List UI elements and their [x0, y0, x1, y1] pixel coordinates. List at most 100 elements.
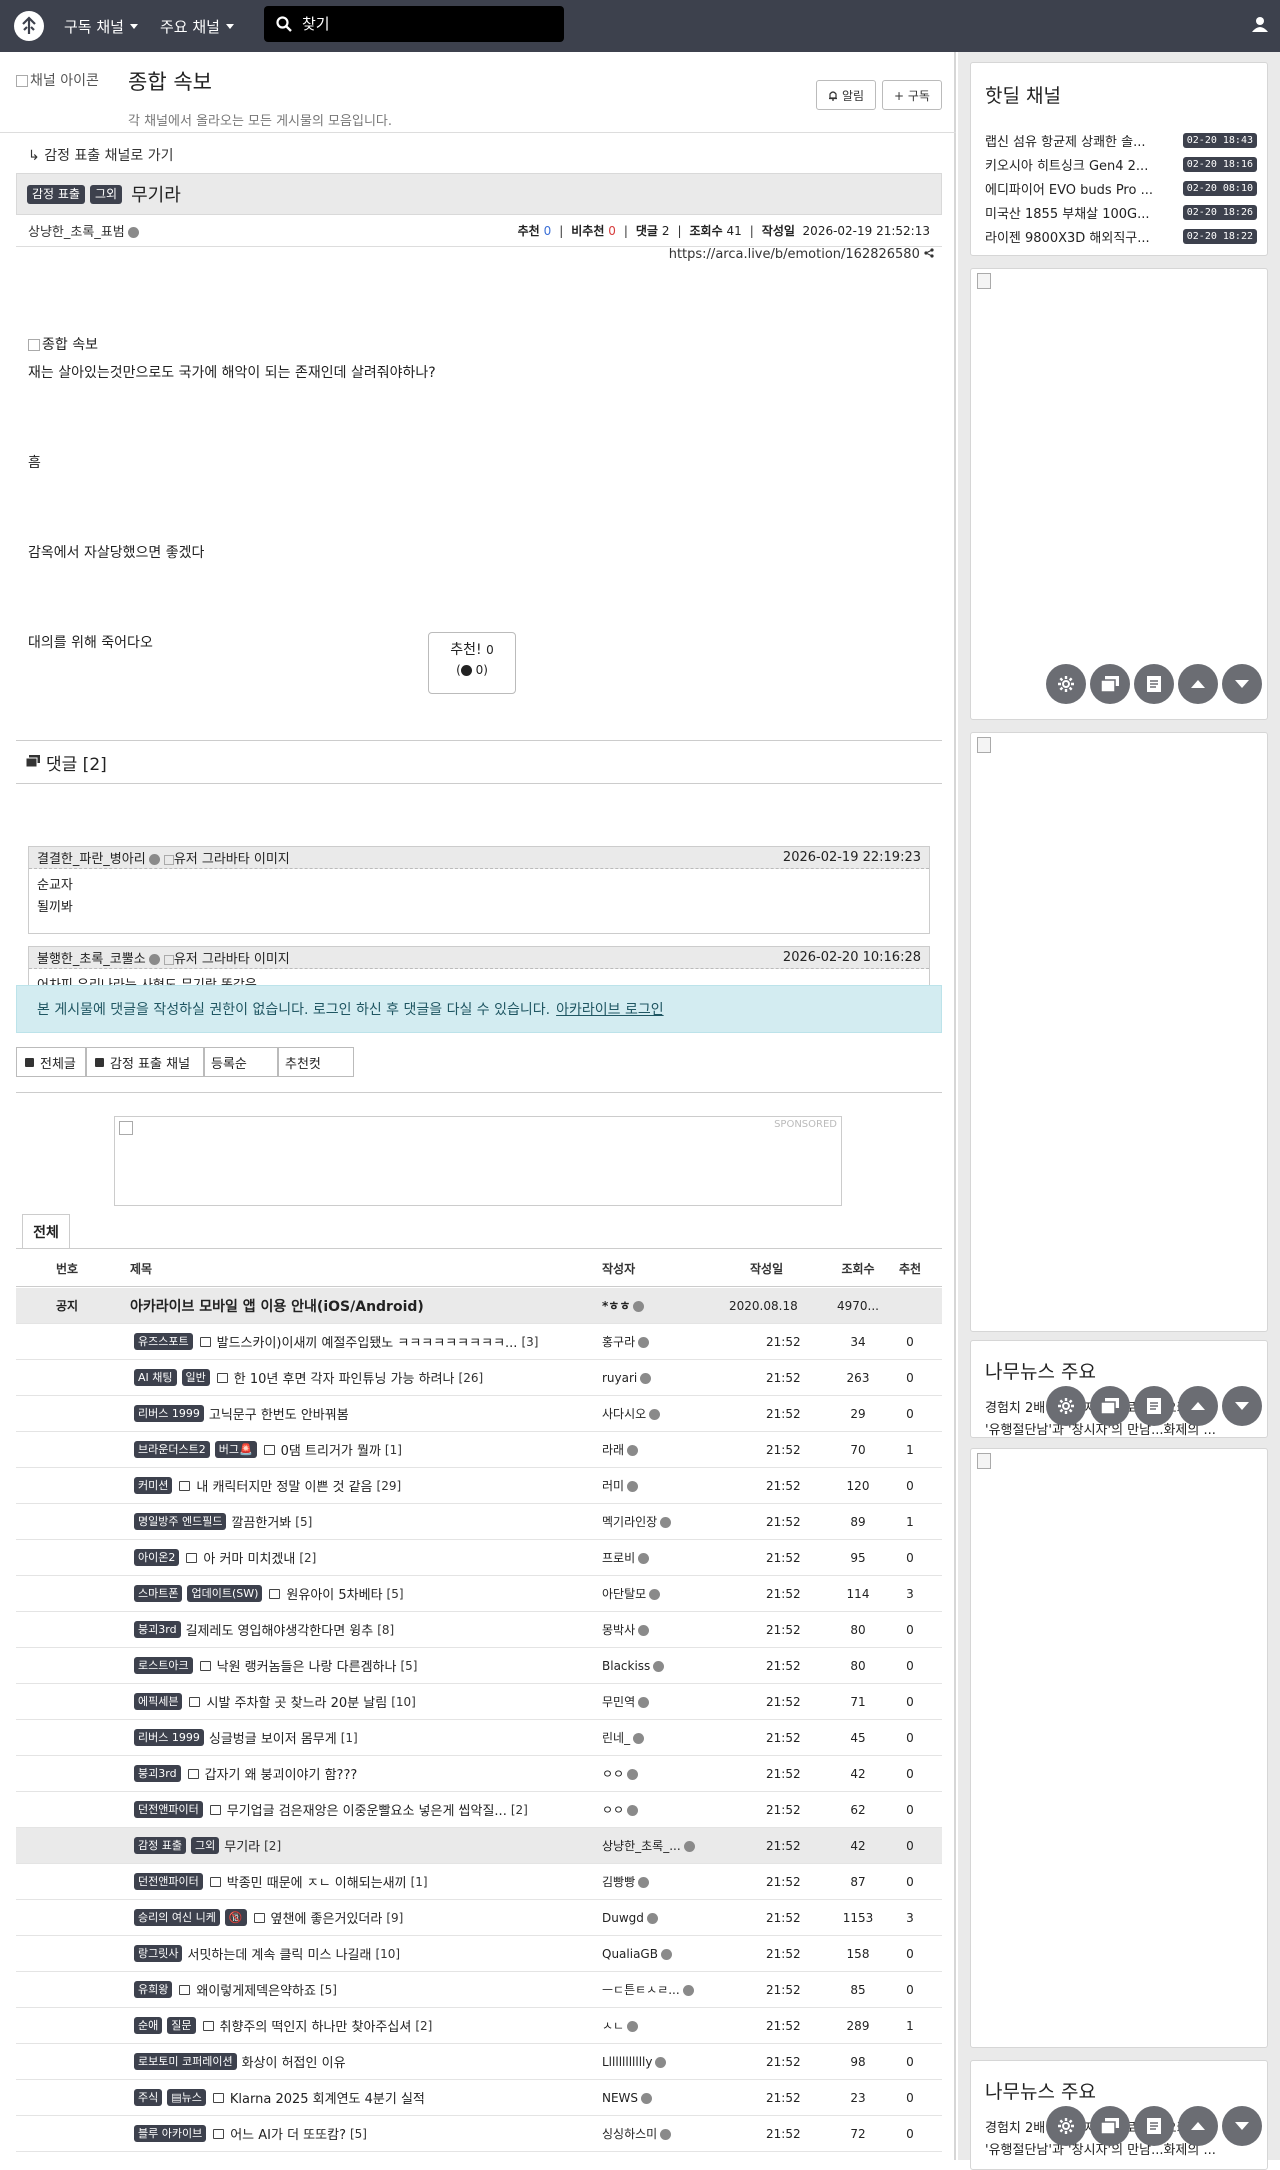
row-title[interactable]: 깔끔한거봐: [231, 1512, 291, 1531]
post-url[interactable]: https://arca.live/b/emotion/162826580: [669, 247, 934, 262]
row-author[interactable]: 상냥한_초록_...: [602, 1837, 695, 1854]
category-badge[interactable]: 아이온2: [134, 1549, 180, 1566]
sort-order-button[interactable]: 등록순: [204, 1047, 278, 1077]
category-badge[interactable]: 주식: [134, 2089, 163, 2106]
row-title[interactable]: Klarna 2025 회계연도 4분기 실적: [230, 2088, 425, 2107]
row-author[interactable]: 김빵빵: [602, 1873, 650, 1890]
category-badge[interactable]: 커미션: [134, 1477, 173, 1494]
table-row[interactable]: 붕괴3rd 길제레도 영입해야생각한다면 윙추 [8] 몽박사 21:52 80 0: [16, 1612, 942, 1648]
category-badge[interactable]: 붕괴3rd: [134, 1765, 181, 1782]
scroll-top-fab[interactable]: [1178, 1386, 1218, 1426]
table-row[interactable]: 유희왕 왜이렇게제덱은약하죠 [5] ㅡㄷ튼ㅌㅅㄹ... 21:52 85 0: [16, 1972, 942, 2008]
row-author[interactable]: ㅡㄷ튼ㅌㅅㄹ...: [602, 1981, 694, 1998]
post-author[interactable]: 상냥한_초록_표범: [28, 221, 139, 240]
table-row[interactable]: 유즈스포트 발드스카이)이새끼 예절주입됐노 ㅋㅋㅋㅋㅋㅋㅋㅋㅋ... [3] 홍구라…: [16, 1324, 942, 1360]
table-row[interactable]: 블루 아카이브 어느 AI가 더 또또캄? [5] 싱싱하스미 21:52 72 0: [16, 2116, 942, 2152]
row-title[interactable]: 왜이렇게제덱은약하죠: [196, 1980, 316, 1999]
category-badge[interactable]: 블루 아카이브: [134, 2125, 207, 2142]
row-title[interactable]: 낙원 랭커놈들은 나랑 다른겜하나: [217, 1656, 397, 1675]
row-title[interactable]: 서밋하는데 계속 클릭 미스 나길래: [187, 1944, 371, 1963]
row-author[interactable]: QualiaGB: [602, 1947, 672, 1961]
category-badge[interactable]: 질문: [167, 2017, 196, 2034]
category-badge[interactable]: 승리의 여신 니케: [134, 1909, 220, 1926]
share-icon[interactable]: [924, 248, 934, 258]
table-row[interactable]: 로스트아크 낙원 랭커놈들은 나랑 다른겜하나 [5] Blackiss 21:52 80…: [16, 1648, 942, 1684]
category-badge[interactable]: 스마트폰: [134, 1585, 183, 1602]
table-row[interactable]: 명일방주 엔드필드 깔끔한거봐 [5] 멕기라인장 21:52 89 1: [16, 1504, 942, 1540]
category-badge[interactable]: 감정 표출: [27, 184, 85, 204]
row-title[interactable]: 고닉문구 한번도 안바꿔봄: [209, 1404, 349, 1423]
row-title[interactable]: 취향주의 떡인지 하나만 찾아주십셔: [220, 2016, 412, 2035]
hotdeal-title[interactable]: 핫딜 채널: [985, 81, 1061, 108]
comment-author[interactable]: 불행한_초록_코뿔소 유저 그라바타 이미지: [37, 948, 290, 967]
table-row[interactable]: 브라운더스트2 버그🚨 0댐 트리거가 뭘까 [1] 라래 21:52 70 1: [16, 1432, 942, 1468]
ad-banner[interactable]: [970, 1448, 1268, 2048]
row-title[interactable]: 길제레도 영입해야생각한다면 윙추: [186, 1620, 374, 1639]
row-title[interactable]: 아 커마 미치겠내: [203, 1548, 295, 1567]
table-row[interactable]: 감정 표출 그외 무기라 [2] 상냥한_초록_... 21:52 42 0: [16, 1828, 942, 1864]
row-author[interactable]: 라래: [602, 1441, 639, 1458]
row-title[interactable]: 무기라: [224, 1836, 260, 1855]
row-author[interactable]: Blackiss: [602, 1659, 665, 1673]
scroll-bottom-fab[interactable]: [1222, 664, 1262, 704]
table-row[interactable]: 승리의 여신 니케 🔞 옆챈에 좋은거있더라 [9] Duwgd 21:52 1153 3: [16, 1900, 942, 1936]
table-row[interactable]: 아이온2 아 커마 미치겠내 [2] 프로비 21:52 95 0: [16, 1540, 942, 1576]
row-author[interactable]: 몽박사: [602, 1621, 650, 1638]
row-title[interactable]: 싱글벙글 보이저 몸무게: [209, 1728, 337, 1747]
search-input[interactable]: [302, 15, 532, 33]
category-badge[interactable]: 유즈스포트: [134, 1333, 193, 1350]
recommend-button[interactable]: 추천! 0 ( 0): [428, 632, 516, 694]
category-badge[interactable]: AI 채팅: [134, 1369, 177, 1386]
sponsored-ad[interactable]: SPONSORED: [114, 1116, 842, 1206]
category-badge[interactable]: 로스트아크: [134, 1657, 193, 1674]
category-badge[interactable]: 붕괴3rd: [134, 1621, 181, 1638]
back-to-channel-link[interactable]: ↳ 감정 표출 채널로 가기: [28, 145, 173, 165]
notice-row[interactable]: 공지 아카라이브 모바일 앱 이용 안내(iOS/Android) *ㅎㅎ 20…: [16, 1288, 942, 1324]
filter-all-button[interactable]: 전체글: [16, 1047, 86, 1077]
category-badge[interactable]: ▤뉴스: [167, 2089, 206, 2106]
row-author[interactable]: 아단탈모: [602, 1585, 661, 1602]
row-author[interactable]: 홍구라: [602, 1333, 650, 1350]
category-badge[interactable]: 에픽세븐: [134, 1693, 183, 1710]
row-author[interactable]: 러미: [602, 1477, 639, 1494]
comment-author[interactable]: 결결한_파란_병아리 유저 그라바타 이미지: [37, 848, 290, 867]
category-badge[interactable]: 명일방주 엔드필드: [134, 1513, 227, 1530]
row-author[interactable]: 멕기라인장: [602, 1513, 672, 1530]
row-title[interactable]: 원유아이 5차베타: [286, 1584, 382, 1603]
hotdeal-item[interactable]: 에디파이어 EVO buds Pro ... 02-20 08:10: [985, 177, 1257, 199]
row-title[interactable]: 무기업글 검은재앙은 이중운빨요소 넣은게 씹악질...: [227, 1800, 507, 1819]
table-row[interactable]: 에픽세븐 시발 주차할 곳 찾느라 20분 날림 [10] 무민역 21:52 71 0: [16, 1684, 942, 1720]
subscribe-button[interactable]: + 구독: [882, 80, 942, 110]
category-badge[interactable]: 브라운더스트2: [134, 1441, 210, 1458]
login-link[interactable]: 아카라이브 로그인: [556, 999, 664, 1019]
row-author[interactable]: Duwgd: [602, 1911, 658, 1925]
ad-banner[interactable]: [970, 268, 1268, 720]
category-badge[interactable]: 던전앤파이터: [134, 1873, 203, 1890]
row-author[interactable]: ㅇㅇ: [602, 1765, 639, 1782]
user-icon[interactable]: [1252, 16, 1268, 36]
category-badge[interactable]: 업데이트(SW): [187, 1585, 263, 1602]
list-fab[interactable]: [1134, 664, 1174, 704]
hotdeal-item[interactable]: 키오시아 히트싱크 Gen4 2... 02-20 18:16: [985, 153, 1257, 175]
board-title[interactable]: 종합 속보: [128, 66, 212, 96]
row-title[interactable]: 박종민 때문에 ㅈㄴ 이해되는새끼: [227, 1872, 407, 1891]
category-badge[interactable]: 던전앤파이터: [134, 1801, 203, 1818]
row-author[interactable]: 사다시오: [602, 1405, 661, 1422]
settings-fab[interactable]: [1046, 2106, 1086, 2146]
table-row[interactable]: AI 채팅 일반 한 10년 후면 각자 파인튜닝 가능 하려나 [26] ruyari…: [16, 1360, 942, 1396]
settings-fab[interactable]: [1046, 664, 1086, 704]
category-badge[interactable]: 🔞: [224, 1909, 247, 1926]
table-row[interactable]: 붕괴3rd 갑자기 왜 붕괴이야기 함??? ㅇㅇ 21:52 42 0: [16, 1756, 942, 1792]
table-row[interactable]: 리버스 1999 싱글벙글 보이저 몸무게 [1] 린네_ 21:52 45 0: [16, 1720, 942, 1756]
table-row[interactable]: 던전앤파이터 무기업글 검은재앙은 이중운빨요소 넣은게 씹악질... [2] ㅇㅇ 2…: [16, 1792, 942, 1828]
row-title[interactable]: 화상이 허접인 이유: [242, 2052, 346, 2071]
category-badge[interactable]: 그외: [89, 184, 123, 204]
main-channels-menu[interactable]: 주요 채널: [160, 0, 234, 52]
tab-all[interactable]: 전체: [22, 1214, 70, 1248]
hotdeal-item[interactable]: 랩신 섬유 항균제 상쾌한 솔... 02-20 18:43: [985, 129, 1257, 151]
recommend-cut-button[interactable]: 추천컷: [278, 1047, 354, 1077]
row-title[interactable]: 시발 주차할 곳 찾느라 20분 날림: [206, 1692, 387, 1711]
table-row[interactable]: 커미션 내 캐릭터지만 정말 이쁜 것 같음 [29] 러미 21:52 120 0: [16, 1468, 942, 1504]
category-badge[interactable]: 버그🚨: [214, 1441, 257, 1458]
category-badge[interactable]: 랑그릿사: [134, 1945, 183, 1962]
